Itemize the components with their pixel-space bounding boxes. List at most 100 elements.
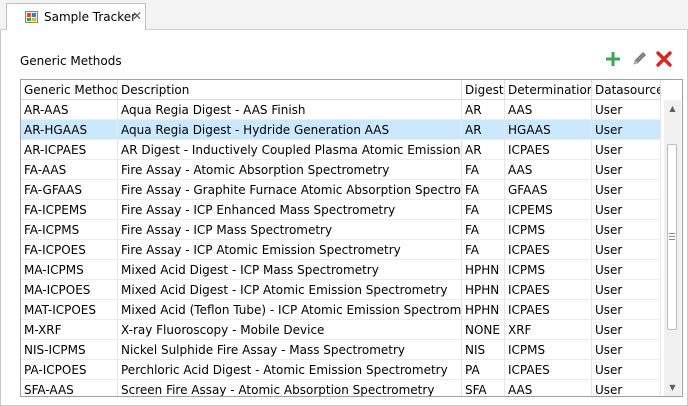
cell-generic-method: MA-ICPOES	[21, 280, 118, 300]
cell-datasource: User	[592, 240, 661, 260]
cell-digest: AR	[462, 100, 505, 120]
cell-determination: AAS	[505, 160, 592, 180]
vertical-scrollbar[interactable]: ▲ ▼	[664, 100, 681, 396]
cell-datasource: User	[592, 180, 661, 200]
section-title: Generic Methods	[20, 54, 122, 68]
cell-description: Aqua Regia Digest - AAS Finish	[118, 100, 462, 120]
cell-generic-method: FA-AAS	[21, 160, 118, 180]
table-row[interactable]: NIS-ICPMS Nickel Sulphide Fire Assay - Ma…	[21, 340, 661, 360]
cell-datasource: User	[592, 140, 661, 160]
cell-description: X-ray Fluoroscopy - Mobile Device	[118, 320, 462, 340]
cell-datasource: User	[592, 200, 661, 220]
table-row[interactable]: AR-AAS Aqua Regia Digest - AAS Finish AR AA…	[21, 100, 661, 120]
cell-digest: FA	[462, 220, 505, 240]
cell-determination: ICPAES	[505, 240, 592, 260]
scrollbar-thumb[interactable]	[667, 144, 677, 330]
cell-determination: AAS	[505, 380, 592, 396]
table-row[interactable]: MAT-ICPOES Mixed Acid (Teflon Tube) - ICP…	[21, 300, 661, 320]
column-header-description[interactable]: Description	[118, 80, 462, 100]
cell-description: Mixed Acid Digest - ICP Mass Spectrometr…	[118, 260, 462, 280]
cell-description: Fire Assay - ICP Mass Spectrometry	[118, 220, 462, 240]
cell-digest: PA	[462, 360, 505, 380]
table-row[interactable]: FA-AAS Fire Assay - Atomic Absorption Spe…	[21, 160, 661, 180]
cell-digest: AR	[462, 120, 505, 140]
cell-datasource: User	[592, 360, 661, 380]
cell-determination: ICPAES	[505, 300, 592, 320]
table-row[interactable]: FA-ICPMS Fire Assay - ICP Mass Spectromet…	[21, 220, 661, 240]
cell-description: Mixed Acid (Teflon Tube) - ICP Atomic Em…	[118, 300, 462, 320]
cell-generic-method: FA-ICPMS	[21, 220, 118, 240]
cell-digest: HPHN	[462, 280, 505, 300]
tab-sample-tracker[interactable]: Sample Tracker ✕	[6, 3, 146, 30]
cell-generic-method: PA-ICPOES	[21, 360, 118, 380]
cell-description: Fire Assay - ICP Atomic Emission Spectro…	[118, 240, 462, 260]
table-row[interactable]: SFA-AAS Screen Fire Assay - Atomic Absorp…	[21, 380, 661, 396]
table-row[interactable]: MA-ICPMS Mixed Acid Digest - ICP Mass Spe…	[21, 260, 661, 280]
cell-digest: NONE	[462, 320, 505, 340]
column-header-generic-method[interactable]: Generic Method	[21, 80, 118, 100]
cell-digest: NIS	[462, 340, 505, 360]
sample-tracker-icon	[25, 11, 38, 23]
column-header-digest[interactable]: Digest	[462, 80, 505, 100]
cell-datasource: User	[592, 220, 661, 240]
cell-datasource: User	[592, 280, 661, 300]
cell-description: Fire Assay - Graphite Furnace Atomic Abs…	[118, 180, 462, 200]
table-row[interactable]: AR-ICPAES AR Digest - Inductively Coupled…	[21, 140, 661, 160]
cell-digest: AR	[462, 140, 505, 160]
tab-title: Sample Tracker	[44, 10, 137, 24]
cell-generic-method: MAT-ICPOES	[21, 300, 118, 320]
cell-generic-method: AR-HGAAS	[21, 120, 118, 140]
cell-determination: ICPAES	[505, 360, 592, 380]
cell-description: Fire Assay - ICP Enhanced Mass Spectrome…	[118, 200, 462, 220]
cell-digest: FA	[462, 200, 505, 220]
scroll-down-icon[interactable]: ▼	[664, 379, 681, 396]
cell-generic-method: AR-AAS	[21, 100, 118, 120]
close-icon[interactable]: ✕	[132, 9, 142, 23]
scroll-up-icon[interactable]: ▲	[664, 100, 681, 117]
cell-determination: ICPMS	[505, 260, 592, 280]
cell-digest: HPHN	[462, 300, 505, 320]
cell-determination: ICPEMS	[505, 200, 592, 220]
pencil-icon[interactable]	[630, 50, 648, 68]
cell-determination: ICPMS	[505, 220, 592, 240]
cell-description: Screen Fire Assay - Atomic Absorption Sp…	[118, 380, 462, 396]
cell-description: Perchloric Acid Digest - Atomic Emission…	[118, 360, 462, 380]
cell-digest: SFA	[462, 380, 505, 396]
cell-determination: GFAAS	[505, 180, 592, 200]
cell-generic-method: AR-ICPAES	[21, 140, 118, 160]
cell-digest: FA	[462, 240, 505, 260]
column-header-determination[interactable]: Determination	[505, 80, 592, 100]
cell-generic-method: FA-ICPEMS	[21, 200, 118, 220]
cell-generic-method: FA-GFAAS	[21, 180, 118, 200]
cell-datasource: User	[592, 100, 661, 120]
cell-datasource: User	[592, 120, 661, 140]
cell-generic-method: M-XRF	[21, 320, 118, 340]
cell-datasource: User	[592, 380, 661, 396]
delete-x-icon[interactable]	[655, 50, 673, 68]
table-row[interactable]: FA-GFAAS Fire Assay - Graphite Furnace At…	[21, 180, 661, 200]
cell-determination: XRF	[505, 320, 592, 340]
table-row[interactable]: M-XRF X-ray Fluoroscopy - Mobile Device NO…	[21, 320, 661, 340]
cell-datasource: User	[592, 160, 661, 180]
column-header-datasource[interactable]: Datasource	[592, 80, 661, 100]
table-row[interactable]: MA-ICPOES Mixed Acid Digest - ICP Atomic …	[21, 280, 661, 300]
thumb-grip	[669, 236, 675, 237]
cell-description: Nickel Sulphide Fire Assay - Mass Spectr…	[118, 340, 462, 360]
table-row[interactable]: AR-HGAAS Aqua Regia Digest - Hydride Gene…	[21, 120, 661, 140]
table-row[interactable]: PA-ICPOES Perchloric Acid Digest - Atomic…	[21, 360, 661, 380]
table-row[interactable]: FA-ICPEMS Fire Assay - ICP Enhanced Mass …	[21, 200, 661, 220]
cell-description: AR Digest - Inductively Coupled Plasma A…	[118, 140, 462, 160]
cell-generic-method: SFA-AAS	[21, 380, 118, 396]
cell-digest: FA	[462, 160, 505, 180]
cell-determination: HGAAS	[505, 120, 592, 140]
table-row[interactable]: FA-ICPOES Fire Assay - ICP Atomic Emissio…	[21, 240, 661, 260]
cell-determination: ICPAES	[505, 280, 592, 300]
cell-description: Aqua Regia Digest - Hydride Generation A…	[118, 120, 462, 140]
thumb-grip	[669, 239, 675, 240]
cell-datasource: User	[592, 300, 661, 320]
cell-description: Fire Assay - Atomic Absorption Spectrome…	[118, 160, 462, 180]
cell-datasource: User	[592, 320, 661, 340]
plus-icon[interactable]	[604, 50, 622, 68]
cell-generic-method: MA-ICPMS	[21, 260, 118, 280]
generic-methods-table: Generic Method Description Digest Determina…	[20, 79, 683, 397]
